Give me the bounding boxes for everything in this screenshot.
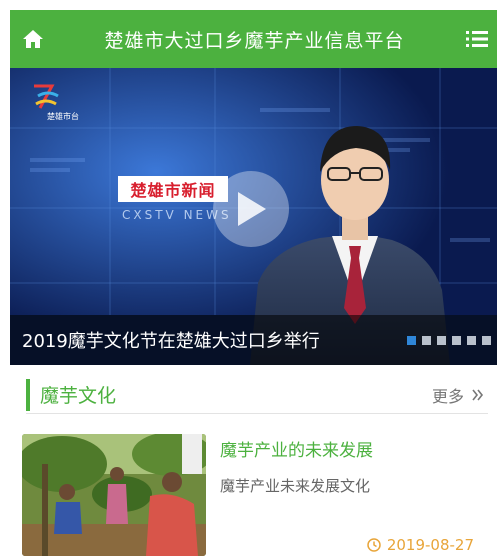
slide-dot[interactable] [437, 335, 446, 345]
banner-caption[interactable]: 2019魔芋文化节在楚雄大过口乡举行 [10, 327, 407, 353]
article-body: 魔芋产业的未来发展 魔芋产业未来发展文化 2019-08-27 [206, 434, 488, 556]
article-thumbnail[interactable] [22, 434, 206, 556]
video-banner[interactable]: 楚雄市台 楚雄市新闻 CXSTV NEWS 2019魔芋文化节在楚雄大过口乡举行 [10, 68, 497, 365]
banner-caption-bar: 2019魔芋文化节在楚雄大过口乡举行 [10, 315, 497, 365]
double-chevron-right-icon [472, 389, 484, 400]
news-program-label: 楚雄市新闻 [118, 176, 228, 202]
section-title: 魔芋文化 [40, 385, 117, 407]
more-label: 更多 [431, 386, 464, 406]
article-title[interactable]: 魔芋产业的未来发展 [220, 436, 488, 461]
slide-dot[interactable] [407, 335, 416, 345]
section-accent-bar [26, 378, 30, 411]
clock-icon [367, 538, 381, 552]
article-date-text: 2019-08-27 [386, 536, 474, 554]
slide-dot[interactable] [467, 335, 476, 345]
slide-dot[interactable] [482, 335, 491, 345]
slide-dot[interactable] [422, 335, 431, 345]
play-icon [238, 192, 266, 226]
home-button[interactable] [10, 10, 56, 68]
home-icon [23, 30, 43, 48]
more-link[interactable]: 更多 [432, 383, 488, 407]
section-header-konjac-culture: 魔芋文化 更多 [26, 376, 488, 414]
article-date: 2019-08-27 [367, 536, 474, 554]
article-item[interactable]: 魔芋产业的未来发展 魔芋产业未来发展文化 2019-08-27 [22, 434, 488, 556]
menu-icon [466, 31, 488, 47]
play-button[interactable] [213, 171, 289, 247]
slide-indicator [407, 335, 497, 345]
station-logo-icon [34, 84, 59, 109]
article-summary: 魔芋产业未来发展文化 [220, 477, 371, 495]
station-logo-text: 楚雄市台 [47, 112, 79, 121]
page-title: 楚雄市大过口乡魔芋产业信息平台 [104, 29, 405, 52]
slide-dot[interactable] [452, 335, 461, 345]
app-header: 楚雄市大过口乡魔芋产业信息平台 [10, 10, 497, 68]
menu-button[interactable] [457, 10, 497, 68]
farm-photo-image [22, 434, 206, 556]
